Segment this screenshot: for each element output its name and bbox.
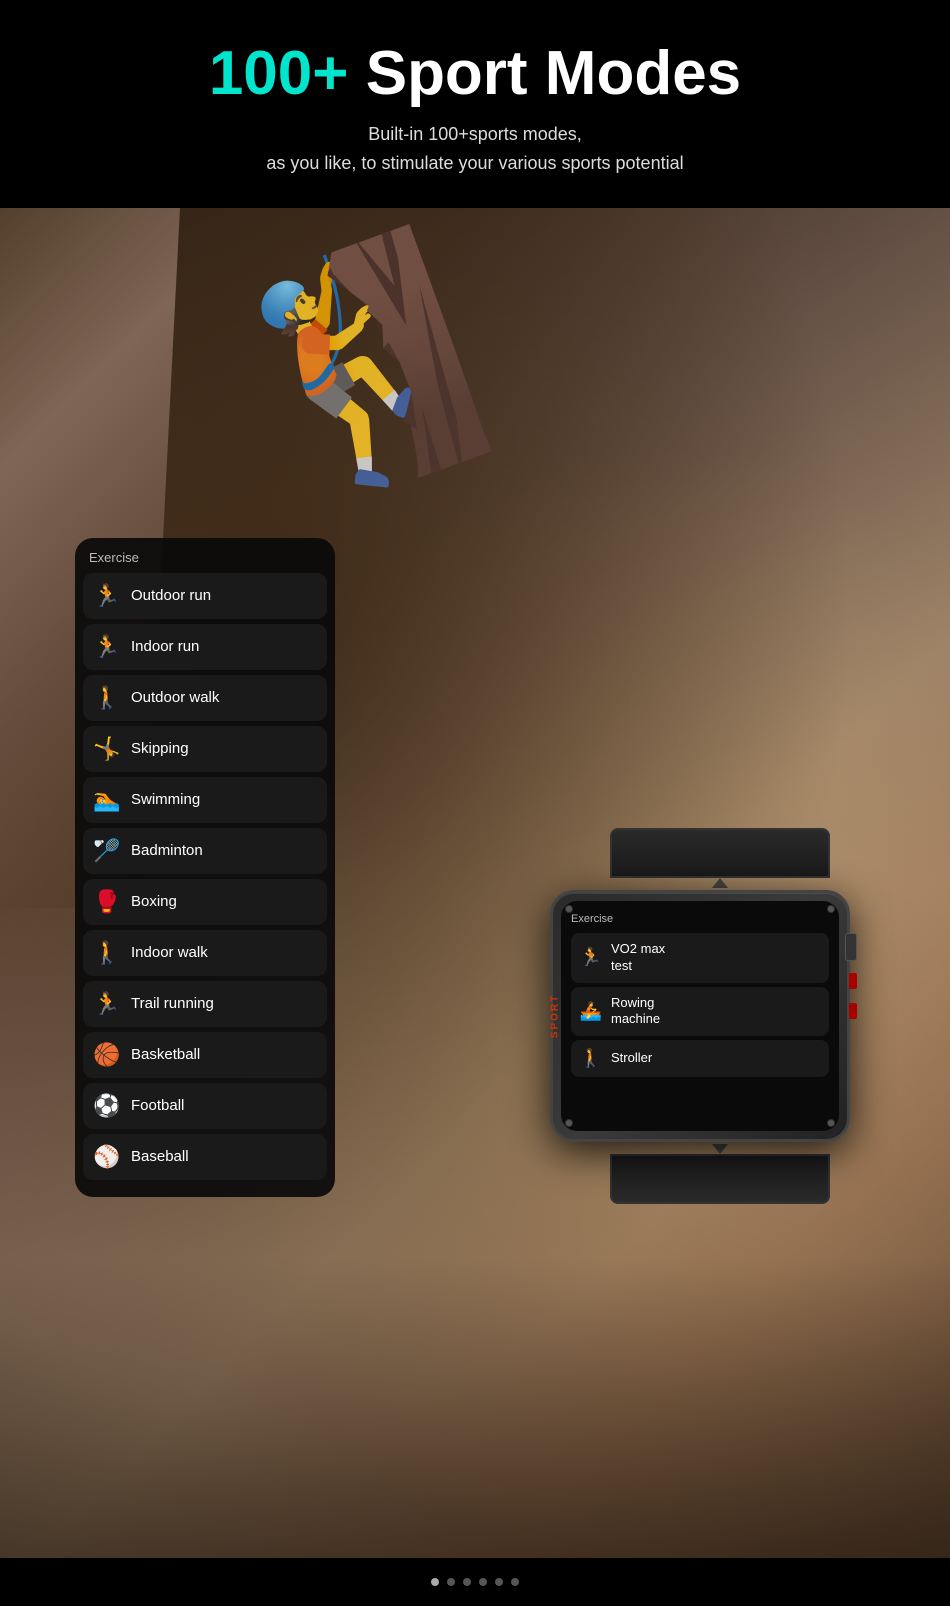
watch-triangle-top [712,878,728,888]
boxing-label: Boxing [131,893,177,910]
football-label: Football [131,1097,184,1114]
watch-list-item: 🚣 Rowingmachine [571,987,829,1037]
watch-rowing-label: Rowingmachine [611,995,660,1029]
mountain-background [0,1258,950,1558]
basketball-icon: 🏀 [93,1042,121,1068]
watch-screen: Exercise 🏃 VO2 maxtest 🚣 Rowingmachine 🚶… [561,901,839,1131]
outdoor-run-icon: 🏃 [93,583,121,609]
watch-vo2-label: VO2 maxtest [611,941,665,975]
watch-button-right [845,933,857,961]
boxing-icon: 🥊 [93,889,121,915]
watch-stroller-label: Stroller [611,1050,652,1067]
main-content: 🧗 Exercise 🏃 Outdoor run 🏃 Indoor run 🚶 … [0,208,950,1558]
indoor-walk-label: Indoor walk [131,944,208,961]
outdoor-walk-label: Outdoor walk [131,689,219,706]
page-title: 100+ Sport Modes [20,40,930,108]
basketball-label: Basketball [131,1046,200,1063]
watch-screw-bl [565,1119,573,1127]
list-item: 🏀 Basketball [83,1032,327,1078]
swimming-label: Swimming [131,791,200,808]
sport-side-label: SPORT [550,994,561,1038]
badminton-icon: 🏸 [93,838,121,864]
indoor-walk-icon: 🚶 [93,940,121,966]
watch-band-top [610,828,830,878]
skipping-label: Skipping [131,740,189,757]
watch-rowing-icon: 🚣 [579,1001,603,1022]
watch-screw-tr [827,905,835,913]
list-item: 🥊 Boxing [83,879,327,925]
skipping-icon: 🤸 [93,736,121,762]
watch-panel-label: Exercise [571,913,829,925]
football-icon: ⚽ [93,1093,121,1119]
watch-list-item: 🏃 VO2 maxtest [571,933,829,983]
header-subtitle: Built-in 100+sports modes, as you like, … [20,120,930,178]
highlight-text: 100+ [209,39,349,108]
trail-running-icon: 🏃 [93,991,121,1017]
exercise-panel: Exercise 🏃 Outdoor run 🏃 Indoor run 🚶 Ou… [75,538,335,1197]
list-item: 🚶 Outdoor walk [83,675,327,721]
badminton-label: Badminton [131,842,203,859]
page-dots [0,1558,950,1606]
watch-mockup: SPORT Exercise 🏃 VO2 maxtest 🚣 Rowingmac… [550,828,890,1204]
title-text: Sport Modes [348,39,741,108]
list-item: 🤸 Skipping [83,726,327,772]
watch-case: SPORT Exercise 🏃 VO2 maxtest 🚣 Rowingmac… [550,890,850,1142]
watch-band-bottom [610,1154,830,1204]
trail-running-label: Trail running [131,995,214,1012]
list-item: 🏊 Swimming [83,777,327,823]
indoor-run-icon: 🏃 [93,634,121,660]
watch-screw-br [827,1119,835,1127]
list-item: 🏃 Outdoor run [83,573,327,619]
list-item: 🏃 Trail running [83,981,327,1027]
watch-list-item: 🚶 Stroller [571,1040,829,1077]
list-item: ⚽ Football [83,1083,327,1129]
list-item: 🚶 Indoor walk [83,930,327,976]
swimming-icon: 🏊 [93,787,121,813]
list-item: 🏃 Indoor run [83,624,327,670]
watch-screw-tl [565,905,573,913]
watch-button-red-bottom [849,1003,857,1019]
indoor-run-label: Indoor run [131,638,199,655]
panel-label: Exercise [83,550,327,573]
baseball-icon: ⚾ [93,1144,121,1170]
watch-button-red-top [849,973,857,989]
list-item: ⚾ Baseball [83,1134,327,1180]
watch-stroller-icon: 🚶 [579,1048,603,1069]
watch-vo2-icon: 🏃 [579,947,603,968]
header-section: 100+ Sport Modes Built-in 100+sports mod… [0,0,950,208]
baseball-label: Baseball [131,1148,189,1165]
outdoor-run-label: Outdoor run [131,587,211,604]
list-item: 🏸 Badminton [83,828,327,874]
outdoor-walk-icon: 🚶 [93,685,121,711]
watch-triangle-bottom [712,1144,728,1154]
